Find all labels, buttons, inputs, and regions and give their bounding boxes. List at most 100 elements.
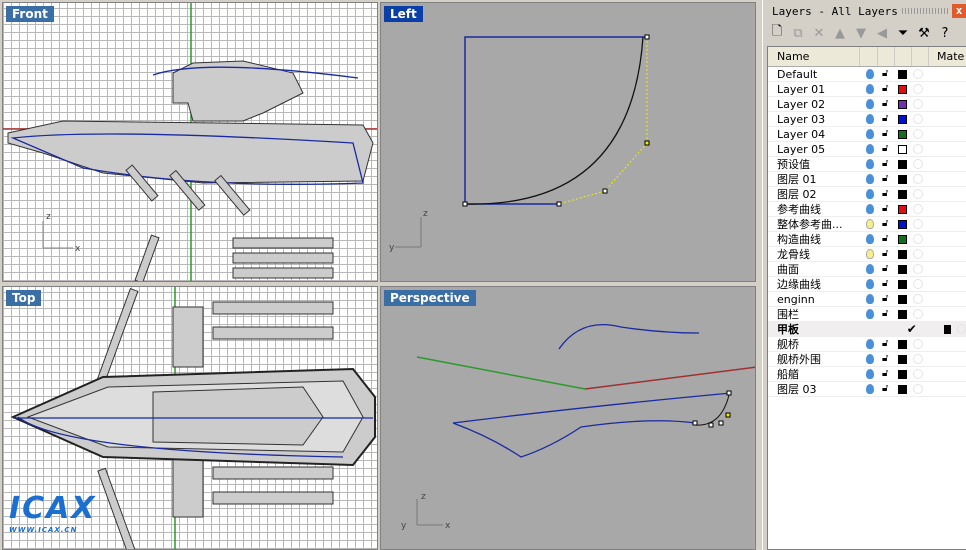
unlock-icon[interactable]: 🔓︎: [882, 234, 892, 244]
material-icon[interactable]: [913, 99, 923, 109]
layer-row[interactable]: Layer 03 🔓︎: [768, 112, 966, 127]
layer-color-swatch[interactable]: [898, 129, 907, 139]
layer-color-swatch[interactable]: [898, 354, 907, 364]
material-icon[interactable]: [913, 114, 923, 124]
layer-color-swatch[interactable]: [898, 69, 907, 79]
material-icon[interactable]: [913, 69, 923, 79]
material-icon[interactable]: [913, 174, 923, 184]
layer-color-swatch[interactable]: [898, 174, 907, 184]
unlock-icon[interactable]: 🔓︎: [882, 129, 892, 139]
viewport-top[interactable]: Top ICAX WWW.ICAX.CN: [2, 286, 378, 550]
lightbulb-icon[interactable]: [866, 234, 874, 244]
material-icon[interactable]: [913, 294, 923, 304]
unlock-icon[interactable]: 🔓︎: [882, 279, 892, 289]
layer-row[interactable]: 甲板 ✔: [768, 322, 966, 337]
lightbulb-icon[interactable]: [866, 264, 874, 274]
lightbulb-icon[interactable]: [866, 129, 874, 139]
move-down-icon[interactable]: ▼: [855, 26, 867, 41]
material-icon[interactable]: [913, 309, 923, 319]
unlock-icon[interactable]: 🔓︎: [882, 219, 892, 229]
viewport-title-top[interactable]: Top: [6, 290, 42, 306]
unlock-icon[interactable]: 🔓︎: [882, 144, 892, 154]
lightbulb-icon[interactable]: [866, 249, 874, 259]
delete-icon[interactable]: ✕: [813, 26, 825, 41]
unlock-icon[interactable]: 🔓︎: [882, 339, 892, 349]
layer-color-swatch[interactable]: [898, 264, 907, 274]
move-left-icon[interactable]: ◀: [876, 26, 888, 41]
material-icon[interactable]: [913, 144, 923, 154]
layer-row[interactable]: 整体参考曲... 🔓︎: [768, 217, 966, 232]
lightbulb-icon[interactable]: [866, 69, 874, 79]
unlock-icon[interactable]: 🔓︎: [882, 294, 892, 304]
new-layer-icon[interactable]: 🗋: [771, 22, 783, 44]
layer-list[interactable]: Name Mate Default 🔓︎ Layer 01 🔓︎ Layer 02 🔓︎ L…: [767, 46, 966, 550]
lightbulb-icon[interactable]: [866, 384, 874, 394]
layer-row[interactable]: 围栏 🔓︎: [768, 307, 966, 322]
panel-grip[interactable]: [901, 8, 948, 14]
lightbulb-icon[interactable]: [866, 354, 874, 364]
material-icon[interactable]: [913, 204, 923, 214]
layer-row[interactable]: 舰桥 🔓︎: [768, 337, 966, 352]
layer-row[interactable]: enginn 🔓︎: [768, 292, 966, 307]
layer-color-swatch[interactable]: [898, 339, 907, 349]
material-icon[interactable]: [913, 384, 923, 394]
column-material[interactable]: Mate: [929, 47, 964, 66]
material-icon[interactable]: [913, 249, 923, 259]
material-icon[interactable]: [913, 189, 923, 199]
layer-row[interactable]: 构造曲线 🔓︎: [768, 232, 966, 247]
layer-row[interactable]: 舰桥外围 🔓︎: [768, 352, 966, 367]
layer-color-swatch[interactable]: [898, 204, 907, 214]
viewport-title-front[interactable]: Front: [6, 6, 54, 22]
lightbulb-icon[interactable]: [866, 309, 874, 319]
material-icon[interactable]: [913, 129, 923, 139]
lightbulb-icon[interactable]: [866, 84, 874, 94]
layer-color-swatch[interactable]: [898, 114, 907, 124]
viewport-front[interactable]: Front xz: [2, 2, 378, 282]
lightbulb-icon[interactable]: [866, 204, 874, 214]
material-icon[interactable]: [913, 264, 923, 274]
close-panel-button[interactable]: x: [952, 4, 966, 18]
layer-row[interactable]: 图层 03 🔓︎: [768, 382, 966, 397]
material-icon[interactable]: [913, 219, 923, 229]
lightbulb-icon[interactable]: [866, 99, 874, 109]
layer-row[interactable]: Layer 04 🔓︎: [768, 127, 966, 142]
material-icon[interactable]: [913, 159, 923, 169]
column-name[interactable]: Name: [768, 47, 860, 66]
layer-row[interactable]: 龙骨线 🔓︎: [768, 247, 966, 262]
layer-color-swatch[interactable]: [898, 234, 907, 244]
layer-row[interactable]: 船艏 🔓︎: [768, 367, 966, 382]
layer-row[interactable]: Default 🔓︎: [768, 67, 966, 82]
unlock-icon[interactable]: 🔓︎: [882, 309, 892, 319]
layer-row[interactable]: Layer 02 🔓︎: [768, 97, 966, 112]
new-sublayer-icon[interactable]: ⧉: [792, 26, 804, 41]
layer-row[interactable]: 曲面 🔓︎: [768, 262, 966, 277]
unlock-icon[interactable]: 🔓︎: [882, 99, 892, 109]
layer-color-swatch[interactable]: [898, 144, 907, 154]
lightbulb-icon[interactable]: [866, 279, 874, 289]
lightbulb-icon[interactable]: [866, 114, 874, 124]
lightbulb-icon[interactable]: [866, 144, 874, 154]
material-icon[interactable]: [913, 369, 923, 379]
material-icon[interactable]: [913, 354, 923, 364]
lightbulb-icon[interactable]: [866, 294, 874, 304]
unlock-icon[interactable]: 🔓︎: [882, 384, 892, 394]
layer-color-swatch[interactable]: [898, 309, 907, 319]
layer-row[interactable]: 图层 02 🔓︎: [768, 187, 966, 202]
layer-row[interactable]: Layer 05 🔓︎: [768, 142, 966, 157]
unlock-icon[interactable]: 🔓︎: [882, 159, 892, 169]
layer-color-swatch[interactable]: [898, 369, 907, 379]
viewport-title-left[interactable]: Left: [384, 6, 423, 22]
layer-color-swatch[interactable]: [898, 249, 907, 259]
filter-icon[interactable]: ⏷: [897, 26, 909, 41]
unlock-icon[interactable]: 🔓︎: [882, 69, 892, 79]
unlock-icon[interactable]: 🔓︎: [882, 249, 892, 259]
layer-color-swatch[interactable]: [898, 99, 907, 109]
lightbulb-icon[interactable]: [866, 174, 874, 184]
layer-color-swatch[interactable]: [898, 189, 907, 199]
layer-row[interactable]: 图层 01 🔓︎: [768, 172, 966, 187]
layer-row[interactable]: 边缘曲线 🔓︎: [768, 277, 966, 292]
unlock-icon[interactable]: 🔓︎: [882, 264, 892, 274]
layer-color-swatch[interactable]: [898, 294, 907, 304]
move-up-icon[interactable]: ▲: [834, 26, 846, 41]
layer-color-swatch[interactable]: [898, 219, 907, 229]
